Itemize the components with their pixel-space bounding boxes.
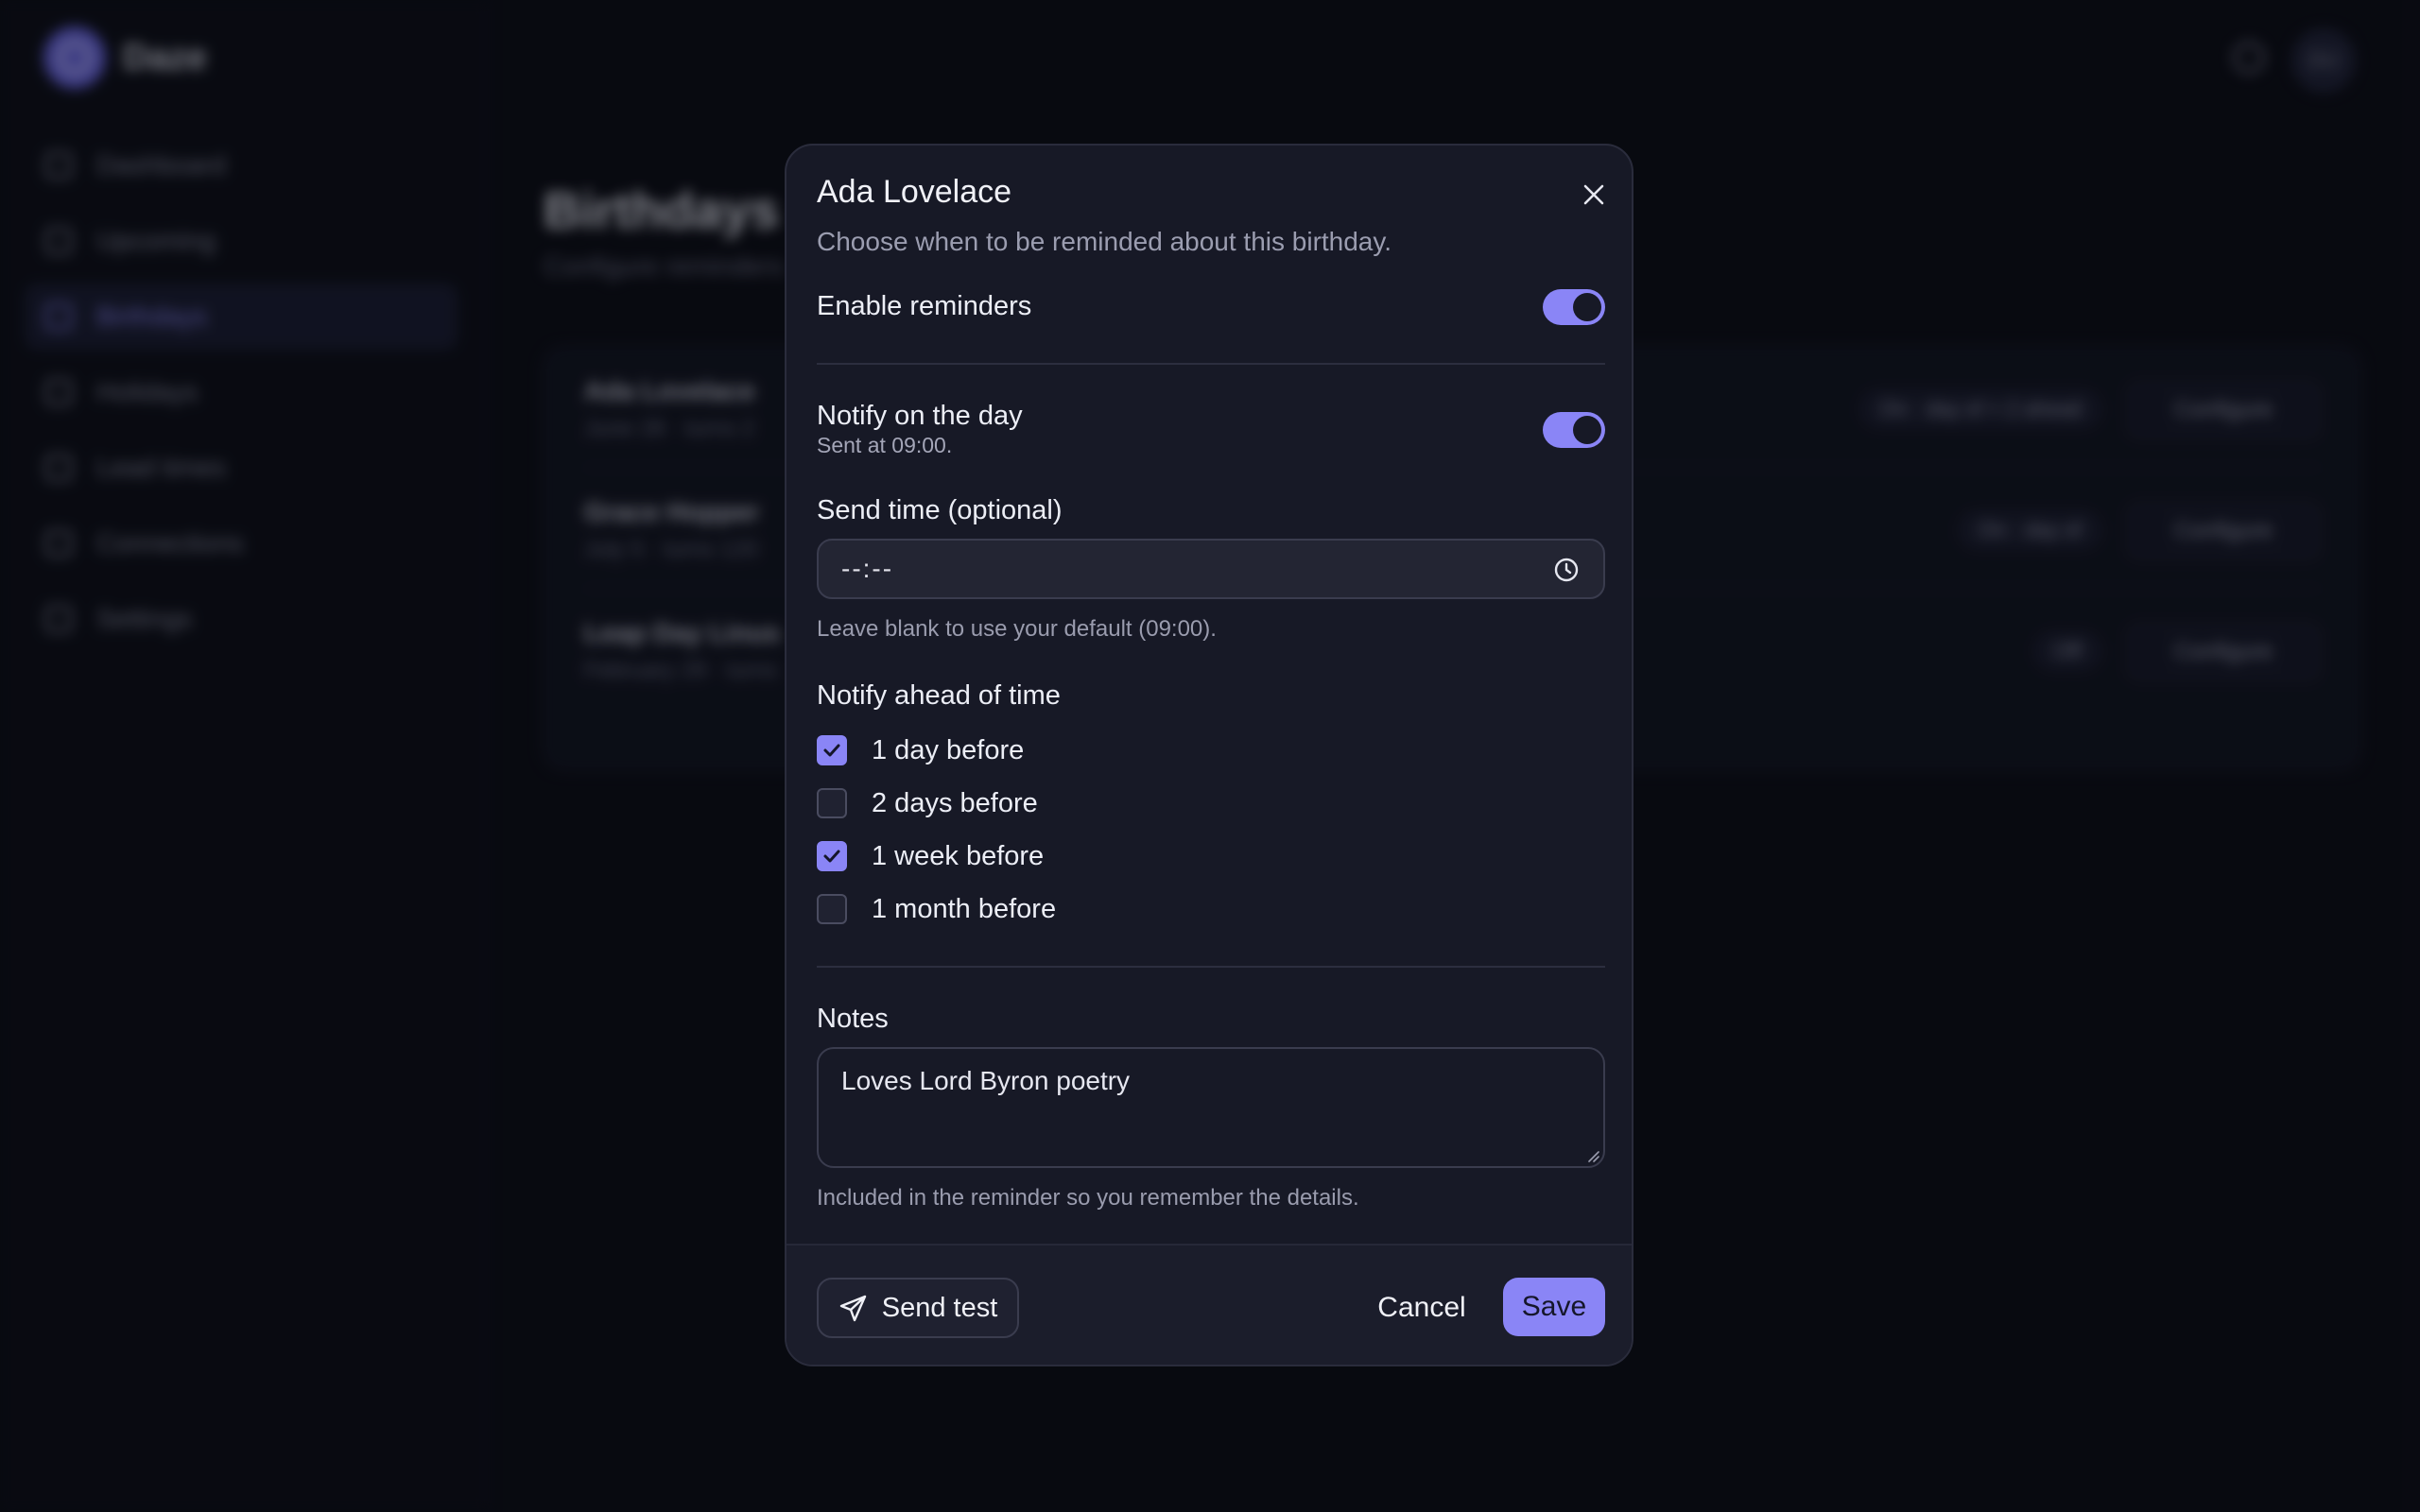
close-icon (1583, 184, 1604, 205)
divider (817, 363, 1605, 365)
checkbox-1-day-before[interactable]: 1 day before (817, 733, 1024, 767)
checkmark-icon (823, 850, 840, 863)
enable-reminders-label: Enable reminders (817, 291, 1032, 321)
resize-handle-icon[interactable] (1586, 1149, 1599, 1162)
send-time-hint: Leave blank to use your default (09:00). (817, 616, 1217, 642)
send-time-input[interactable]: --:-- (817, 539, 1605, 599)
notify-ahead-label: Notify ahead of time (817, 680, 1061, 711)
notify-day-subtext: Sent at 09:00. (817, 433, 953, 457)
checkbox-label: 1 day before (872, 734, 1025, 765)
enable-reminders-toggle[interactable] (1543, 289, 1605, 325)
checkbox-label: 2 days before (872, 787, 1038, 818)
clock-icon[interactable] (1552, 556, 1581, 584)
checkbox-label: 1 week before (872, 840, 1045, 871)
dialog-description: Choose when to be reminded about this bi… (817, 227, 1392, 256)
checkbox-1-week-before[interactable]: 1 week before (817, 839, 1044, 873)
cancel-button[interactable]: Cancel (1365, 1278, 1478, 1338)
send-icon (839, 1295, 866, 1322)
send-test-button[interactable]: Send test (817, 1278, 1019, 1338)
notes-hint: Included in the reminder so you remember… (817, 1185, 1359, 1211)
checkbox[interactable] (817, 894, 847, 924)
send-time-label: Send time (optional) (817, 495, 1063, 525)
checkbox-1-month-before[interactable]: 1 month before (817, 892, 1056, 926)
checkbox[interactable] (817, 788, 847, 818)
dialog-title: Ada Lovelace (817, 174, 1012, 210)
notify-day-label: Notify on the day (817, 401, 1023, 431)
send-test-label: Send test (881, 1292, 998, 1323)
checkmark-icon (823, 744, 840, 757)
checkbox[interactable] (817, 735, 847, 765)
close-button[interactable] (1569, 170, 1618, 219)
checkbox-label: 1 month before (872, 893, 1057, 924)
checkbox[interactable] (817, 841, 847, 871)
dialog-footer: Send test Cancel Save (786, 1244, 1632, 1365)
save-button[interactable]: Save (1503, 1278, 1605, 1336)
notes-textarea[interactable]: Loves Lord Byron poetry (817, 1047, 1605, 1168)
send-time-value: --:-- (841, 554, 894, 583)
notes-value: Loves Lord Byron poetry (841, 1066, 1131, 1095)
notes-label: Notes (817, 1004, 889, 1034)
reminder-dialog: Ada Lovelace Choose when to be reminded … (785, 144, 1634, 1366)
divider (817, 966, 1605, 968)
checkbox-2-days-before[interactable]: 2 days before (817, 786, 1038, 820)
notify-day-toggle[interactable] (1543, 412, 1605, 448)
